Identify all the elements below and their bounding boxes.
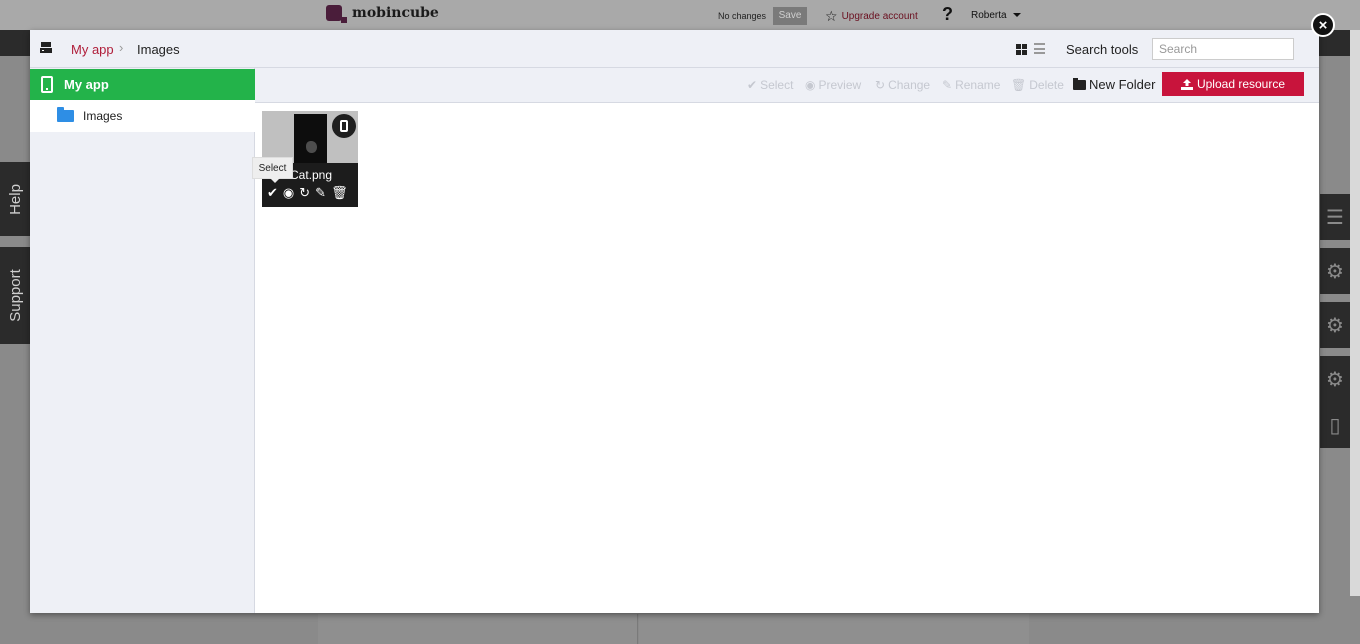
resource-toolbar: ✔ Select ◉ Preview ↻ Change ✎ Rename 🗑 Delete…	[255, 68, 1319, 103]
delete-button[interactable]: 🗑 Delete	[1011, 78, 1064, 92]
list-settings-icon[interactable]: ☰	[1320, 194, 1350, 240]
search-input[interactable]	[1152, 38, 1294, 60]
chevron-right-icon: ›	[119, 40, 124, 55]
change-button[interactable]: ↻ Change	[875, 78, 930, 92]
folder-icon	[57, 107, 74, 122]
upload-resource-button[interactable]: Upload resource	[1162, 72, 1304, 96]
tree-item-my-app[interactable]: My app	[30, 69, 255, 100]
list-view-icon[interactable]	[1034, 43, 1045, 54]
trash-icon[interactable]: 🗑	[331, 185, 348, 201]
user-menu[interactable]: Roberta	[971, 10, 1021, 21]
trash-icon: 🗑	[1011, 78, 1027, 92]
phone-icon	[41, 76, 53, 93]
logo-mark-icon	[326, 5, 347, 23]
file-actions: ✔ ◉ ↻ ✎ 🗑	[267, 185, 348, 201]
page-scrollbar[interactable]	[1350, 30, 1360, 596]
help-icon[interactable]: ?	[942, 4, 953, 25]
file-name: Cat.png	[290, 168, 333, 182]
save-status-text: No changes	[718, 11, 767, 21]
upgrade-account-label: Upgrade account	[841, 11, 918, 22]
folder-icon	[1073, 77, 1086, 90]
support-side-tab[interactable]: Support	[0, 247, 30, 344]
star-icon: ☆	[825, 8, 838, 24]
save-button[interactable]: Save	[773, 7, 807, 25]
preview-button[interactable]: ◉ Preview	[805, 78, 861, 92]
user-name: Roberta	[971, 10, 1007, 21]
resource-manager-modal: My app › Images Search tools My app Imag…	[30, 30, 1319, 613]
tree-item-label: Images	[83, 109, 123, 123]
table-settings-icon[interactable]: ⚙	[1320, 356, 1350, 402]
eye-icon: ◉	[805, 78, 816, 92]
device-preview-icon[interactable]: ▯	[1320, 402, 1350, 448]
breadcrumb-root-link[interactable]: My app	[71, 42, 114, 57]
breadcrumb-current: Images	[137, 42, 180, 57]
select-tooltip: Select	[252, 157, 293, 183]
caret-down-icon	[1012, 13, 1021, 18]
check-icon[interactable]: ✔	[267, 185, 278, 201]
rename-button[interactable]: ✎ Rename	[942, 78, 1000, 92]
modal-header: My app › Images Search tools	[30, 30, 1319, 68]
tree-item-label: My app	[64, 77, 109, 92]
refresh-icon[interactable]: ↻	[299, 185, 310, 201]
tree-item-images[interactable]: Images	[30, 100, 255, 132]
mobincube-logo: mobincube	[326, 5, 439, 23]
close-modal-button[interactable]: ×	[1311, 13, 1335, 37]
logo-text: mobincube	[352, 5, 439, 21]
device-badge-icon	[332, 114, 356, 138]
folder-tree: My app Images	[30, 68, 255, 613]
upgrade-account-link[interactable]: ☆ Upgrade account	[825, 8, 918, 25]
search-tools-link[interactable]: Search tools	[1066, 42, 1138, 57]
drive-icon	[40, 42, 52, 53]
upload-icon	[1180, 78, 1193, 90]
select-button[interactable]: ✔ Select	[747, 78, 793, 92]
grid-view-icon[interactable]	[1016, 44, 1027, 55]
gears-icon[interactable]: ⚙	[1320, 248, 1350, 294]
document-settings-icon[interactable]: ⚙	[1320, 302, 1350, 348]
background-panel	[318, 614, 638, 644]
pencil-icon: ✎	[942, 78, 953, 92]
file-grid: Cat.png ✔ ◉ ↻ ✎ 🗑	[256, 104, 1319, 613]
pencil-icon[interactable]: ✎	[315, 185, 326, 201]
cat-image-thumbnail	[306, 141, 317, 153]
eye-icon[interactable]: ◉	[283, 185, 294, 201]
check-icon: ✔	[747, 78, 758, 92]
refresh-icon: ↻	[875, 78, 886, 92]
background-top-bar	[0, 0, 1360, 30]
new-folder-button[interactable]: New Folder	[1073, 77, 1155, 92]
background-panel	[639, 614, 1029, 644]
help-side-tab[interactable]: Help	[0, 162, 30, 236]
